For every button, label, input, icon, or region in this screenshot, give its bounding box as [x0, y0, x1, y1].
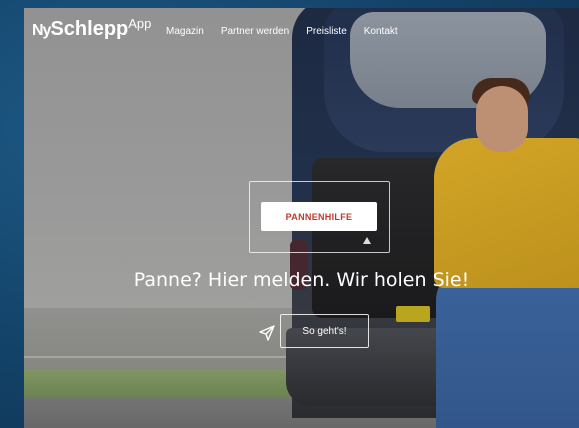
site-logo[interactable]: NySchleppApp	[32, 16, 152, 41]
logo-ny: Ny	[32, 22, 51, 39]
nav-item-partner-werden[interactable]: Partner werden	[221, 26, 289, 37]
warning-triangle-icon	[363, 237, 371, 244]
hero-headline: Panne? Hier melden. Wir holen Sie!	[133, 269, 470, 291]
nav-item-magazin[interactable]: Magazin	[166, 26, 204, 37]
website-viewport: NySchleppApp Magazin Partner werden Prei…	[24, 8, 579, 428]
paper-plane-icon	[259, 325, 275, 341]
logo-app: App	[128, 16, 152, 31]
nav-item-kontakt[interactable]: Kontakt	[364, 26, 398, 37]
so-gehts-button[interactable]: So geht's!	[280, 314, 369, 348]
logo-schlepp: Schlepp	[50, 18, 129, 40]
main-nav: Magazin Partner werden Preisliste Kontak…	[166, 26, 398, 37]
nav-item-preisliste[interactable]: Preisliste	[306, 26, 347, 37]
pannenhilfe-button[interactable]: PANNENHILFE	[261, 202, 377, 231]
